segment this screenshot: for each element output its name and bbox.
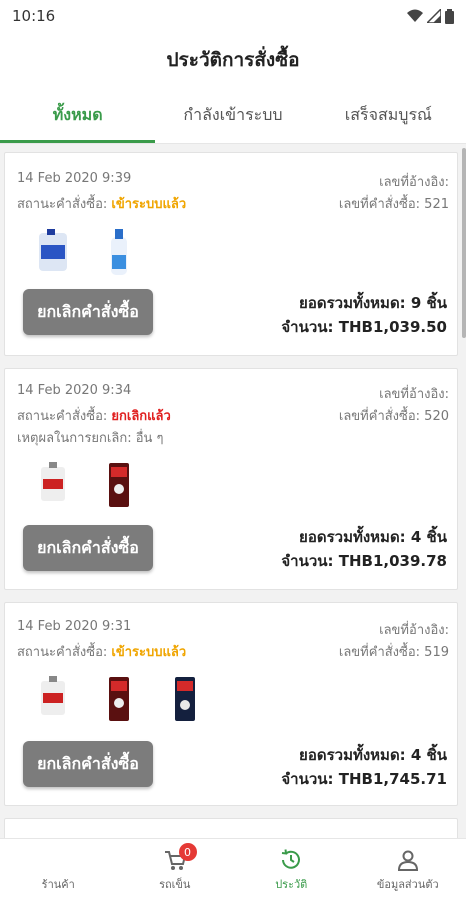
order-date: 14 Feb 2020 9:31 [17,619,132,634]
order-number: เลขที่คำสั่งซื้อ: 519 [338,645,449,660]
product-image [41,462,65,501]
wifi-icon [407,9,423,22]
order-date: 14 Feb 2020 9:39 [17,171,132,186]
order-summary: ยอดรวมทั้งหมด: 9 ชิ้น จำนวน: THB1,039.50 [281,291,447,339]
nav-label: ประวัติ [275,877,308,891]
status-label: สถานะคำสั่งซื้อ: [17,645,108,660]
system-icons [407,8,454,24]
clock: 10:16 [12,7,56,25]
product-image [109,463,129,507]
tab-completed[interactable]: เสร็จสมบูรณ์ [311,88,466,143]
order-date: 14 Feb 2020 9:34 [17,383,132,398]
cancel-order-button[interactable]: ยกเลิกคำสั่งซื้อ [23,525,153,571]
order-summary: ยอดรวมทั้งหมด: 4 ชิ้น จำนวน: THB1,039.78 [281,525,447,573]
cancel-reason: เหตุผลในการยกเลิก: อื่น ๆ [17,431,164,446]
order-number: เลขที่คำสั่งซื้อ: 521 [338,197,449,212]
status-value: ยกเลิกแล้ว [111,409,171,424]
cart-count-badge: 0 [178,843,197,861]
product-image [111,229,127,275]
status-bar: 10:16 [0,0,466,32]
product-image [39,229,67,271]
total-items: ยอดรวมทั้งหมด: 4 ชิ้น [299,528,447,546]
signal-icon [427,9,441,23]
reference-label: เลขที่อ้างอิง: [379,175,449,190]
order-status: สถานะคำสั่งซื้อ: เข้าระบบแล้ว [17,193,186,214]
scrollbar[interactable] [462,148,466,338]
order-summary: ยอดรวมทั้งหมด: 4 ชิ้น จำนวน: THB1,745.71 [281,743,447,791]
reference-label: เลขที่อ้างอิง: [379,623,449,638]
order-amount: จำนวน: THB1,745.71 [281,770,447,788]
nav-label: ร้านค้า [41,877,75,891]
product-thumbnails [33,459,139,509]
store-icon [45,847,71,873]
nav-store[interactable]: ร้านค้า [0,839,117,900]
product-image [41,676,65,715]
cancel-order-button[interactable]: ยกเลิกคำสั่งซื้อ [23,289,153,335]
nav-cart[interactable]: 0 รถเข็น [117,839,234,900]
status-value: เข้าระบบแล้ว [111,197,187,212]
cancel-order-button[interactable]: ยกเลิกคำสั่งซื้อ [23,741,153,787]
tab-all[interactable]: ทั้งหมด [0,88,156,143]
bottom-nav: ร้านค้า 0 รถเข็น ประวัติ ข้อมูลส่วนตัว [0,838,466,900]
total-items: ยอดรวมทั้งหมด: 4 ชิ้น [299,746,447,764]
status-label: สถานะคำสั่งซื้อ: [17,197,108,212]
product-image [109,677,129,721]
order-number: เลขที่คำสั่งซื้อ: 520 [338,409,449,424]
order-card: 14 Feb 2020 9:31 สถานะคำสั่งซื้อ: เข้าระ… [4,602,458,806]
order-card: 14 Feb 2020 9:39 สถานะคำสั่งซื้อ: เข้าระ… [4,152,458,356]
nav-label: รถเข็น [159,877,191,891]
order-status: สถานะคำสั่งซื้อ: เข้าระบบแล้ว [17,641,186,662]
order-card: 14 Feb 2020 9:34 สถานะคำสั่งซื้อ: ยกเลิก… [4,368,458,590]
product-thumbnails [33,673,205,723]
product-thumbnails [33,227,139,277]
status-label: สถานะคำสั่งซื้อ: [17,409,108,424]
battery-icon [445,8,454,24]
nav-profile[interactable]: ข้อมูลส่วนตัว [350,839,466,900]
order-amount: จำนวน: THB1,039.50 [281,318,447,336]
tab-bar: ทั้งหมด กำลังเข้าระบบ เสร็จสมบูรณ์ [0,88,466,144]
person-icon [397,850,418,871]
order-list[interactable]: 14 Feb 2020 9:39 สถานะคำสั่งซื้อ: เข้าระ… [0,148,466,838]
reference-label: เลขที่อ้างอิง: [379,387,449,402]
status-value: เข้าระบบแล้ว [111,645,187,660]
order-status: สถานะคำสั่งซื้อ: ยกเลิกแล้ว [17,405,171,426]
product-image [175,677,195,721]
nav-history[interactable]: ประวัติ [233,839,350,900]
order-amount: จำนวน: THB1,039.78 [281,552,447,570]
total-items: ยอดรวมทั้งหมด: 9 ชิ้น [299,294,447,312]
tab-processing[interactable]: กำลังเข้าระบบ [155,88,310,143]
page-title: ประวัติการสั่งซื้อ [0,32,466,88]
history-icon [282,848,301,869]
order-card [4,818,458,838]
nav-label: ข้อมูลส่วนตัว [376,877,439,891]
